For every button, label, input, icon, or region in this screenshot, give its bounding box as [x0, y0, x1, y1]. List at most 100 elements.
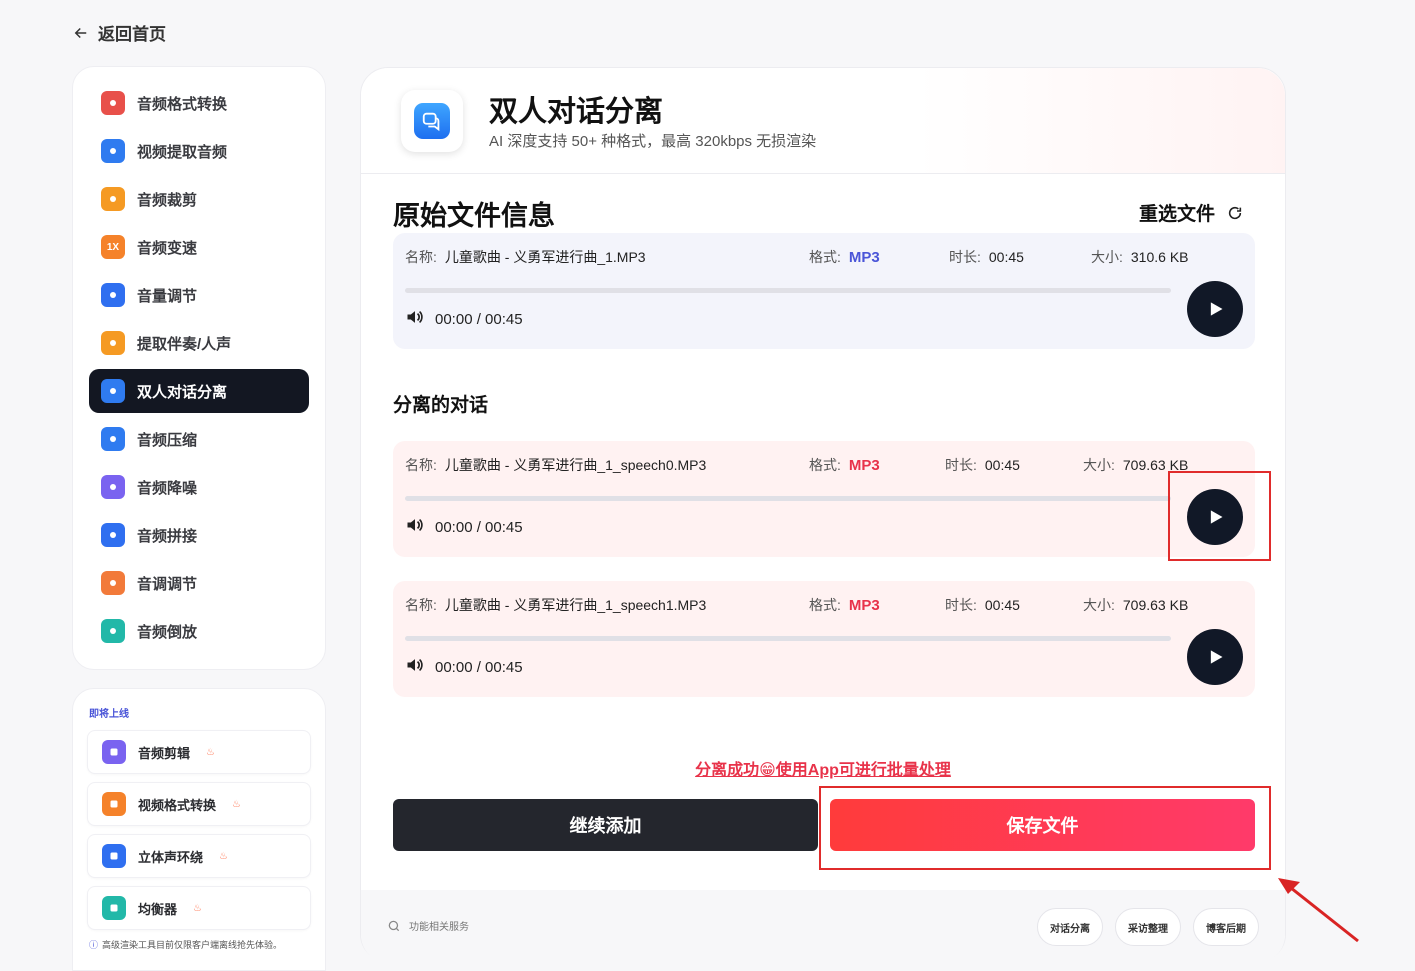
- file-duration-label: 时长:: [945, 597, 977, 613]
- progress-bar[interactable]: [405, 496, 1171, 501]
- coming-soon-note: ⓘ 高级渲染工具目前仅限客户端离线抢先体验。: [89, 938, 311, 951]
- page-subtitle: AI 深度支持 50+ 种格式，最高 320kbps 无损渲染: [489, 133, 817, 150]
- playback-time: 00:00 / 00:45: [405, 307, 523, 331]
- volume-adjust-icon: [101, 283, 125, 307]
- time-readout: 00:00 / 00:45: [435, 658, 523, 676]
- progress-bar[interactable]: [405, 636, 1171, 641]
- time-readout: 00:00 / 00:45: [435, 310, 523, 328]
- coming-soon-panel: 即将上线 音频剪辑 ♨ 视频格式转换 ♨ 立体声环绕 ♨ 均衡器 ♨ ⓘ 高级渲染工具目前仅限…: [72, 688, 326, 971]
- compress-icon: [101, 427, 125, 451]
- sidebar-item[interactable]: 提取伴奏/人声: [89, 321, 309, 365]
- sidebar-item[interactable]: 音频降噪: [89, 465, 309, 509]
- playback-time: 00:00 / 00:45: [405, 655, 523, 679]
- sidebar-item-label: 提取伴奏/人声: [137, 335, 232, 353]
- search-placeholder: 功能相关服务: [409, 922, 469, 933]
- file-format-label: 格式:: [809, 457, 841, 473]
- play-button[interactable]: [1187, 629, 1243, 685]
- file-name-label: 名称:: [405, 457, 437, 473]
- audio-file-card: 名称: 儿童歌曲 - 义勇军进行曲_1_speech0.MP3 格式: MP3 时长: 0…: [393, 441, 1255, 557]
- file-size-value: 310.6 KB: [1130, 249, 1189, 265]
- file-duration: 时长: 00:45: [945, 595, 1020, 615]
- pitch-icon: [101, 571, 125, 595]
- progress-bar[interactable]: [405, 288, 1171, 293]
- sidebar-item-label: 音频降噪: [137, 479, 198, 497]
- sidebar-item-label: 音频变速: [137, 239, 198, 257]
- info-icon: ⓘ: [89, 940, 99, 950]
- audio-convert-icon: [101, 91, 125, 115]
- sidebar-item-label: 视频提取音频: [137, 143, 228, 161]
- denoise-icon: [101, 475, 125, 499]
- coming-soon-label: 立体声环绕: [138, 849, 204, 865]
- dialogue-icon: [422, 112, 440, 132]
- sidebar-item[interactable]: 音频压缩: [89, 417, 309, 461]
- sidebar-item[interactable]: 视频提取音频: [89, 129, 309, 173]
- reselect-label: 重选文件: [1138, 204, 1215, 225]
- file-format-value: MP3: [848, 457, 880, 474]
- volume-icon[interactable]: [405, 655, 425, 679]
- arrow-left-icon: [74, 27, 87, 38]
- sidebar-item[interactable]: 音频倒放: [89, 609, 309, 653]
- coming-soon-item[interactable]: 立体声环绕 ♨: [87, 834, 311, 878]
- sidebar-item[interactable]: 双人对话分离: [89, 369, 309, 413]
- audio-cut-icon: [101, 187, 125, 211]
- audio-file-card: 名称: 儿童歌曲 - 义勇军进行曲_1.MP3 格式: MP3 时长: 00:45 大小: 3…: [393, 233, 1255, 349]
- file-name: 名称: 儿童歌曲 - 义勇军进行曲_1_speech1.MP3: [405, 595, 706, 615]
- service-chip[interactable]: 博客后期: [1193, 908, 1259, 946]
- sidebar-item[interactable]: 音调调节: [89, 561, 309, 605]
- file-format-label: 格式:: [809, 597, 841, 613]
- fire-icon: ♨: [219, 850, 228, 862]
- file-name-label: 名称:: [405, 249, 437, 265]
- sidebar: 音频格式转换 视频提取音频 音频裁剪 1X 音频变速 音量调节 提取伴奏/人声 双人对话分离音…: [72, 66, 326, 670]
- continue-add-button[interactable]: 继续添加: [393, 799, 818, 851]
- sidebar-item[interactable]: 音频格式转换: [89, 81, 309, 125]
- refresh-icon: [1228, 206, 1242, 219]
- fire-icon: ♨: [206, 746, 215, 758]
- file-name-value: 儿童歌曲 - 义勇军进行曲_1_speech0.MP3: [444, 457, 707, 473]
- file-duration-label: 时长:: [945, 457, 977, 473]
- equalizer-icon: [102, 896, 126, 920]
- coming-soon-note-text: 高级渲染工具目前仅限客户端离线抢先体验。: [102, 940, 283, 950]
- file-duration-label: 时长:: [949, 249, 981, 265]
- play-button[interactable]: [1187, 281, 1243, 337]
- highlight-save-box: [819, 786, 1271, 870]
- sidebar-item-label: 音频格式转换: [137, 95, 228, 113]
- search-icon: [388, 920, 400, 931]
- sidebar-item[interactable]: 1X 音频变速: [89, 225, 309, 269]
- file-format-value: MP3: [848, 249, 880, 266]
- file-size-label: 大小:: [1083, 597, 1115, 613]
- file-format: 格式: MP3: [809, 455, 880, 475]
- volume-icon[interactable]: [405, 307, 425, 331]
- original-file-title: 原始文件信息: [393, 201, 555, 231]
- file-name-value: 儿童歌曲 - 义勇军进行曲_1.MP3: [444, 249, 646, 265]
- audio-file-card: 名称: 儿童歌曲 - 义勇军进行曲_1_speech1.MP3 格式: MP3 时长: 0…: [393, 581, 1255, 697]
- sidebar-item[interactable]: 音量调节: [89, 273, 309, 317]
- reselect-file-button[interactable]: 重选文件: [1139, 199, 1243, 226]
- coming-soon-item[interactable]: 均衡器 ♨: [87, 886, 311, 930]
- reverse-icon: [101, 619, 125, 643]
- sidebar-item[interactable]: 音频裁剪: [89, 177, 309, 221]
- file-format-label: 格式:: [809, 249, 841, 265]
- file-size-value: 709.63 KB: [1122, 597, 1189, 613]
- play-icon: [1210, 302, 1223, 316]
- coming-soon-item[interactable]: 音频剪辑 ♨: [87, 730, 311, 774]
- volume-icon[interactable]: [405, 515, 425, 539]
- coming-soon-item[interactable]: 视频格式转换 ♨: [87, 782, 311, 826]
- back-home-link[interactable]: 返回首页: [72, 20, 166, 45]
- video-extract-icon: [101, 139, 125, 163]
- service-search[interactable]: 功能相关服务: [387, 918, 469, 933]
- speed-icon: 1X: [101, 235, 125, 259]
- separated-title: 分离的对话: [393, 395, 489, 416]
- file-format: 格式: MP3: [809, 247, 880, 267]
- file-duration-value: 00:45: [984, 597, 1020, 613]
- service-chip[interactable]: 采访整理: [1115, 908, 1181, 946]
- dialogue-icon: [101, 379, 125, 403]
- play-icon: [1210, 650, 1223, 664]
- app-icon: [401, 90, 463, 152]
- annotation-arrow: [1278, 878, 1359, 943]
- service-chip[interactable]: 对话分离: [1037, 908, 1103, 946]
- success-link[interactable]: 分离成功😁使用App可进行批量处理: [361, 756, 1285, 780]
- highlight-play-box: [1168, 471, 1271, 561]
- coming-soon-label: 均衡器: [138, 901, 178, 917]
- file-name-label: 名称:: [405, 597, 437, 613]
- sidebar-item[interactable]: 音频拼接: [89, 513, 309, 557]
